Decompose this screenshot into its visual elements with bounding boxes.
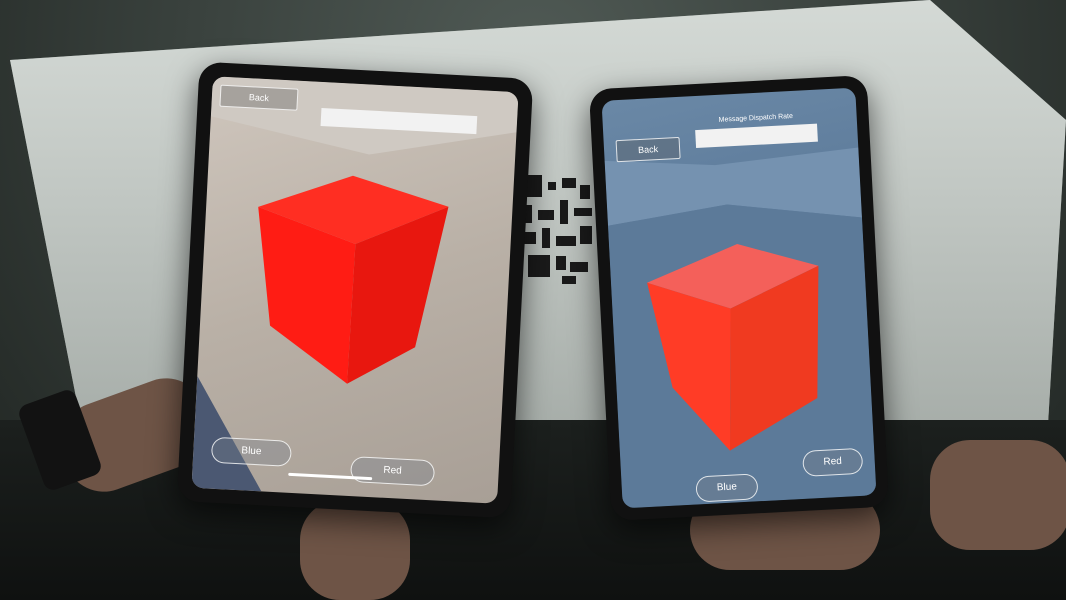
red-button[interactable]: Red (349, 456, 436, 487)
red-button[interactable]: Red (802, 447, 864, 477)
hand (930, 440, 1066, 550)
left-tablet-screen: Back Blue Red (191, 76, 519, 504)
back-button[interactable]: Back (219, 84, 299, 111)
right-tablet-screen: Back Message Dispatch Rate Blue Red (601, 87, 877, 509)
hand (300, 500, 410, 600)
blue-button[interactable]: Blue (695, 473, 759, 503)
camera-photo: Back Blue Red Back Message Dispatch Rate… (0, 0, 1066, 600)
back-button[interactable]: Back (615, 136, 681, 163)
blue-button[interactable]: Blue (210, 436, 293, 467)
red-cube (258, 175, 449, 384)
right-tablet: Back Message Dispatch Rate Blue Red (588, 75, 890, 521)
left-tablet: Back Blue Red (176, 61, 534, 519)
